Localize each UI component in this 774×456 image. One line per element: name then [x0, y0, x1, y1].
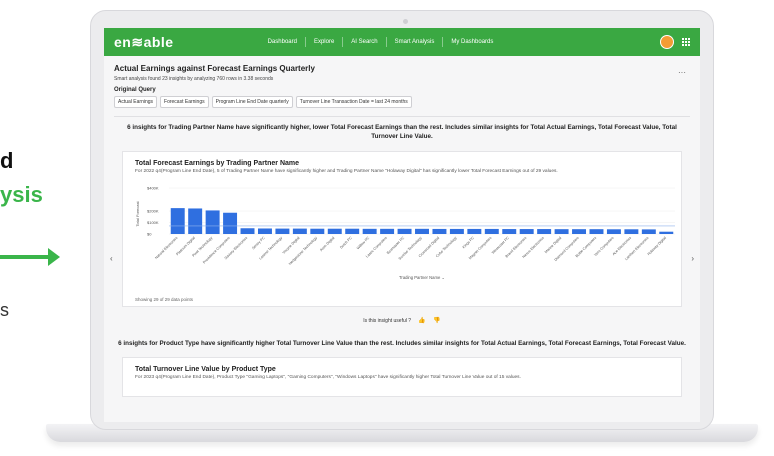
chart-bar: [223, 212, 238, 234]
arrow-right-icon: [48, 248, 60, 266]
card-subtitle: For 2022 q4(Program Line End Date), 5 of…: [135, 169, 558, 174]
feedback-label: Is this insight useful ?: [363, 318, 412, 324]
insight-headline-2: 6 insights for Product Type have signifi…: [118, 340, 686, 347]
camera-icon: [403, 19, 408, 24]
avatar[interactable]: [660, 35, 674, 49]
prev-insight-arrow-icon[interactable]: ‹: [110, 254, 113, 263]
chart-bar: [589, 229, 604, 234]
x-tick-label: Natural Electronics: [154, 236, 178, 260]
chart-bar: [310, 228, 325, 234]
page-content: Actual Earnings against Forecast Earning…: [104, 56, 700, 405]
insight-headline-1: 6 insights for Trading Partner Name have…: [127, 124, 677, 140]
x-tick-label: Holaway Digital: [647, 236, 667, 256]
x-tick-label: Marine Digital: [544, 236, 563, 255]
chart-bar: [362, 228, 377, 234]
main-nav: Dashboard Explore AI Search Smart Analys…: [260, 37, 502, 47]
chart-bar: [502, 229, 517, 234]
chart-bar: [327, 228, 342, 234]
chart-bar: [537, 229, 552, 234]
x-tick-label: Dutch PC: [339, 236, 353, 250]
chart-bar: [624, 229, 639, 234]
y-tick-label: $200K: [147, 209, 159, 214]
x-tick-label: Willow PC: [356, 236, 371, 251]
chart-bar: [641, 229, 656, 234]
x-tick-label: Kings PC: [462, 236, 476, 250]
x-tick-label: Sentry PC: [251, 236, 266, 251]
query-chip[interactable]: Forecast Earnings: [160, 96, 209, 108]
page-title: Actual Earnings against Forecast Earning…: [114, 64, 315, 73]
chart-bar: [205, 210, 220, 234]
thumbs-up-icon[interactable]: 👍: [418, 318, 425, 324]
chart-bar: [188, 208, 203, 234]
chart-bar: [257, 228, 272, 234]
y-tick-label: $400K: [147, 186, 159, 191]
query-chip[interactable]: Turnover Line Transaction Date = last 24…: [295, 96, 412, 108]
insight-card-1: Total Forecast Earnings by Trading Partn…: [122, 151, 682, 307]
side-text-2: ysis: [0, 182, 43, 207]
chart-bar: [415, 228, 429, 234]
chart-bar: [572, 229, 587, 234]
nav-ai-search[interactable]: AI Search: [343, 37, 387, 47]
more-options-icon[interactable]: ···: [678, 68, 686, 77]
card-title: Total Forecast Earnings by Trading Partn…: [135, 160, 300, 167]
chart-bar: [240, 228, 255, 234]
app-screen: en≋able Dashboard Explore AI Search Smar…: [104, 28, 700, 422]
chart-bar: [554, 229, 569, 234]
nav-explore[interactable]: Explore: [306, 37, 344, 47]
chart-bar: [484, 228, 499, 234]
data-points-count: Showing 29 of 29 data points: [135, 297, 194, 302]
app-header: en≋able Dashboard Explore AI Search Smar…: [104, 28, 700, 56]
y-tick-label: $100K: [147, 220, 159, 225]
chart-bar: [467, 228, 482, 234]
nav-my-dashboards[interactable]: My Dashboards: [443, 37, 501, 47]
chart-bar: [397, 228, 412, 234]
chart-bar: [519, 229, 534, 234]
chart-bar: [275, 228, 290, 234]
chart-bar: [345, 228, 360, 234]
y-axis-label: Total Forecast: [135, 201, 140, 227]
query-chip[interactable]: Program Line End Date quarterly: [211, 96, 293, 108]
divider: [114, 116, 690, 117]
query-chip[interactable]: Actual Earnings: [114, 96, 158, 108]
forecast-earnings-chart: Total Forecast $0 $100K $200K $400K Natural E…: [135, 186, 675, 280]
original-query-label: Original Query: [114, 87, 156, 93]
card-subtitle: For 2023 q4(Program Line End Date), Prod…: [135, 375, 521, 380]
nav-smart-analysis[interactable]: Smart Analysis: [387, 37, 444, 47]
next-insight-arrow-icon[interactable]: ›: [691, 254, 694, 263]
side-text-3: s: [0, 300, 9, 320]
stage: d ysis s en≋able Dashboard Explore AI Se…: [0, 0, 774, 456]
chart-bar: [449, 228, 464, 234]
apps-grid-icon[interactable]: [682, 38, 690, 46]
chart-bar: [432, 228, 447, 234]
side-text-1: d: [0, 148, 14, 173]
card-title: Total Turnover Line Value by Product Typ…: [135, 366, 276, 373]
x-tick-label: Avon Digital: [319, 236, 335, 252]
chart-bar: [170, 208, 185, 234]
chart-bar: [380, 228, 395, 234]
chart-bar: [606, 229, 621, 234]
analysis-meta: Smart analysis found 23 insights by anal…: [114, 76, 274, 82]
x-axis-label: Trading Partner Name ⌄: [399, 275, 445, 280]
chart-bar: [292, 228, 307, 234]
chart-bar: [659, 231, 674, 234]
feedback-row: Is this insight useful ? 👍 👎: [114, 317, 690, 324]
enable-logo[interactable]: en≋able: [114, 34, 174, 51]
query-chips: Actual Earnings Forecast Earnings Progra…: [114, 96, 690, 108]
thumbs-down-icon[interactable]: 👎: [433, 318, 440, 324]
y-tick-label: $0: [147, 232, 152, 237]
nav-dashboard[interactable]: Dashboard: [260, 37, 306, 47]
insight-card-2: Total Turnover Line Value by Product Typ…: [122, 357, 682, 397]
